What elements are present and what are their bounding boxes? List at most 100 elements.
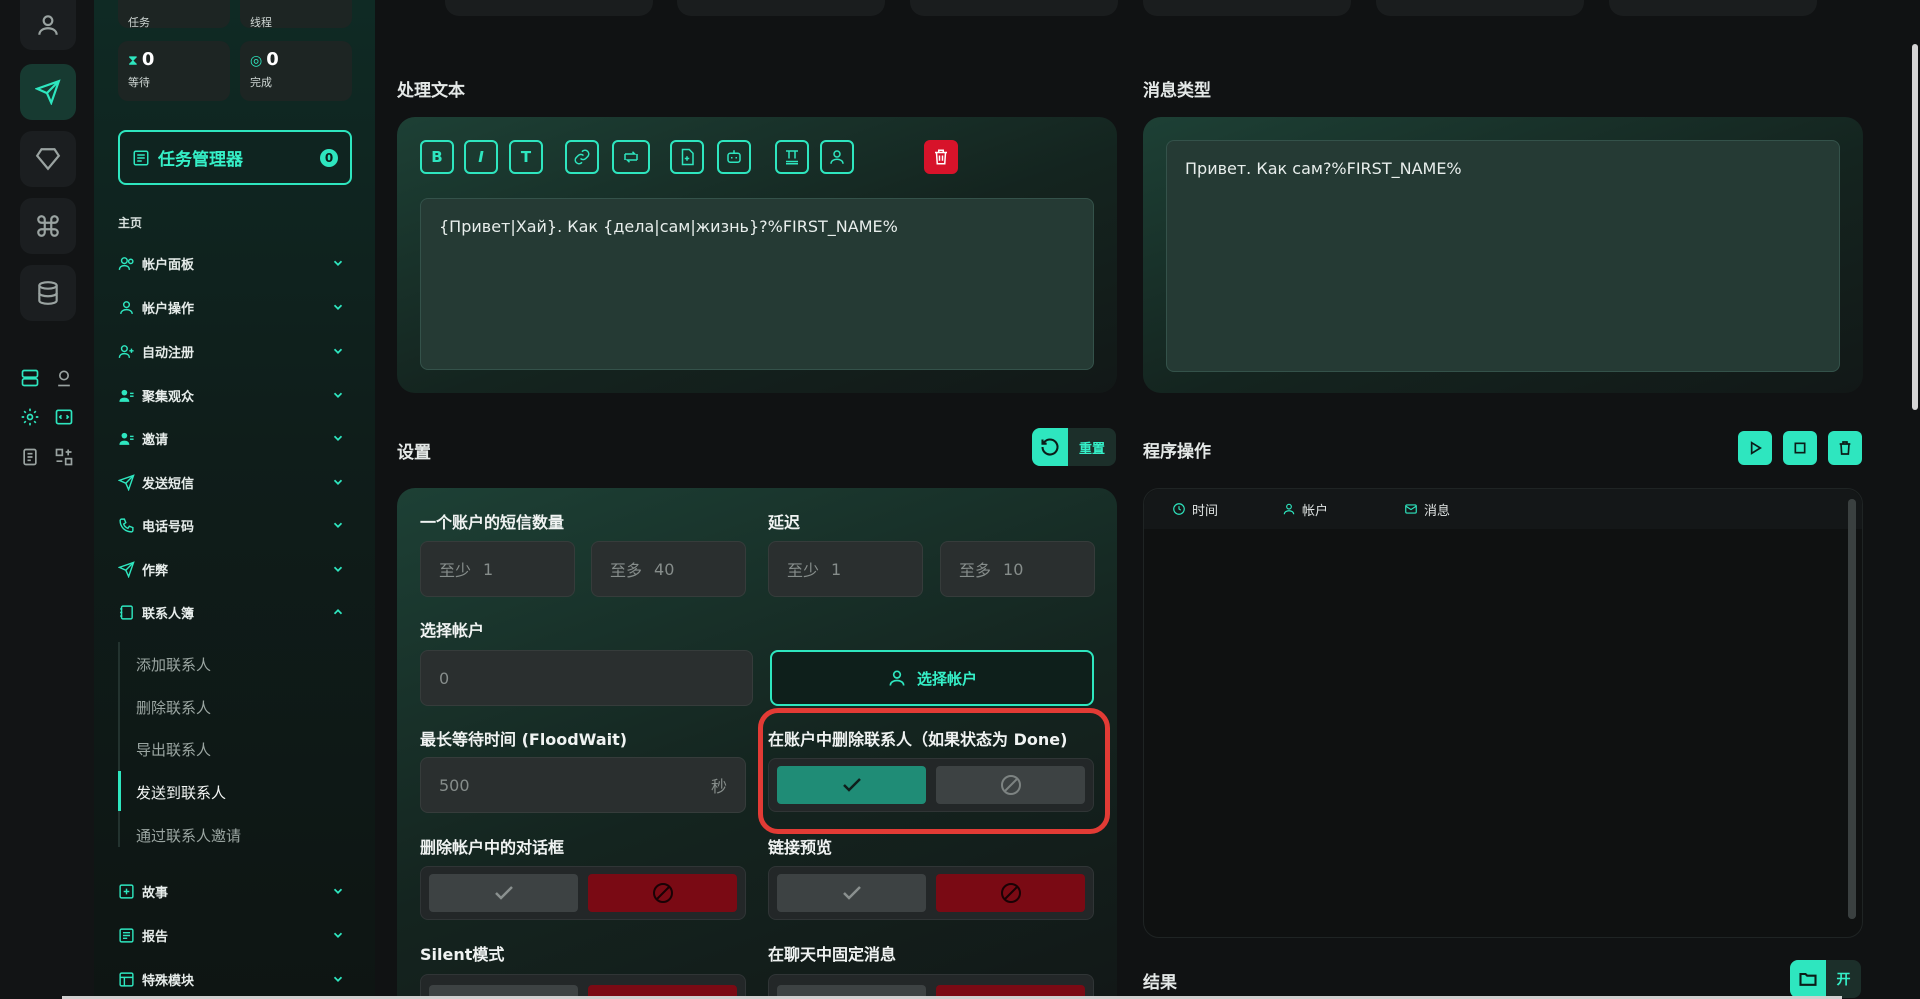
nav-label: 发送短信 [142, 476, 195, 492]
user-icon [889, 670, 905, 686]
submenu-add-contacts[interactable]: 添加联系人 [136, 654, 211, 675]
nav-contacts-book[interactable]: 联系人簿 [118, 597, 352, 627]
start-button[interactable] [1738, 431, 1772, 465]
nav-gather-audience[interactable]: 聚集观众 [118, 380, 352, 410]
page-scrollbar[interactable] [1912, 44, 1918, 410]
nav-stories[interactable]: 故事 [118, 876, 352, 906]
results-open-button[interactable]: 开 [1790, 960, 1861, 998]
bold-button[interactable]: B [420, 140, 454, 174]
bot-button[interactable] [717, 140, 751, 174]
nav-phone-numbers[interactable]: 电话号码 [118, 510, 352, 540]
nav-label: 作弊 [142, 563, 169, 579]
column-label: 时间 [1192, 503, 1219, 519]
chevron-down-icon [333, 522, 343, 528]
program-ops-title: 程序操作 [1143, 442, 1211, 462]
database-icon[interactable] [20, 265, 76, 321]
link-preview-toggle [768, 866, 1094, 920]
check-icon [842, 886, 861, 900]
task-manager-button[interactable]: 任务管理器 0 [118, 130, 352, 185]
submenu-export-contacts[interactable]: 导出联系人 [136, 739, 211, 760]
task-list-icon [133, 150, 149, 165]
users-icon [118, 256, 134, 270]
disable-option[interactable] [588, 874, 737, 912]
file-button[interactable] [670, 140, 704, 174]
server-icon[interactable] [19, 367, 41, 389]
sms-max-value: 40 [654, 559, 675, 579]
delay-min-input[interactable]: 至少 1 [768, 541, 923, 597]
selected-account-count[interactable]: 0 [420, 650, 753, 706]
text-format-icon [786, 150, 798, 165]
report-icon [119, 927, 134, 943]
chevron-down-icon [333, 392, 343, 398]
log-column-time[interactable]: 时间 [1172, 500, 1218, 519]
sms-count-label: 一个账户的短信数量 [420, 513, 565, 532]
nav-invite[interactable]: 邀请 [118, 423, 352, 453]
sms-max-input[interactable]: 至多 40 [591, 541, 746, 597]
nav-label: 电话号码 [142, 519, 195, 535]
enable-option[interactable] [777, 874, 926, 912]
command-icon[interactable] [20, 198, 76, 254]
repeat-icon [624, 151, 638, 163]
document-icon[interactable] [19, 446, 41, 468]
text-button[interactable]: T [509, 140, 543, 174]
nav-label: 报告 [142, 929, 169, 945]
scroll-thumb[interactable] [1848, 499, 1856, 919]
reset-button[interactable]: 重置 [1032, 428, 1116, 466]
delay-max-value: 10 [1003, 559, 1024, 579]
nav-reports[interactable]: 报告 [118, 920, 352, 950]
clock-icon [1173, 503, 1185, 515]
user-plus-icon [118, 344, 134, 358]
user-icon [830, 150, 844, 164]
reset-icon [1032, 428, 1068, 466]
stat-value: 0 [266, 49, 279, 70]
delay-label: 延迟 [768, 513, 801, 532]
nav-label: 自动注册 [142, 345, 195, 361]
stop-icon [1794, 442, 1806, 454]
nav-account-ops[interactable]: 帐户操作 [118, 292, 352, 322]
diamond-icon[interactable] [20, 131, 76, 187]
chevron-down-icon [333, 566, 343, 572]
spin-button[interactable] [612, 140, 650, 174]
log-scrollbar[interactable] [1848, 499, 1856, 919]
select-account-button[interactable]: 选择帐户 [770, 650, 1094, 706]
nav-section-title: 主页 [118, 216, 143, 230]
nav-auto-register[interactable]: 自动注册 [118, 336, 352, 366]
delay-max-input[interactable]: 至多 10 [940, 541, 1095, 597]
apps-icon[interactable] [53, 446, 75, 468]
ban-icon [1000, 883, 1021, 903]
italic-button[interactable]: I [464, 140, 498, 174]
sidebar: 任务 线程 ⧗ 0 等待 ◎ 0 完成 任务管理器 0 主页 帐户面板 帐户操作 自… [94, 0, 375, 999]
floodwait-input[interactable]: 500 秒 [420, 757, 746, 813]
submenu-invite-via-contacts[interactable]: 通过联系人邀请 [136, 825, 241, 846]
format-button[interactable] [775, 140, 809, 174]
submenu-active-indicator [118, 771, 121, 811]
clear-log-button[interactable] [1828, 431, 1862, 465]
clear-text-button[interactable] [924, 140, 958, 174]
user-variable-button[interactable] [820, 140, 854, 174]
link-icon [574, 149, 590, 165]
disable-option[interactable] [936, 874, 1085, 912]
submenu-send-to-contacts[interactable]: 发送到联系人 [136, 782, 226, 803]
send-icon [118, 473, 135, 491]
submenu-delete-contacts[interactable]: 删除联系人 [136, 697, 211, 718]
sms-min-input[interactable]: 至少 1 [420, 541, 575, 597]
min-prefix: 至少 [439, 561, 472, 580]
code-window-icon[interactable] [53, 406, 75, 428]
gear-icon[interactable] [19, 406, 41, 428]
send-icon[interactable] [20, 64, 76, 120]
stop-button[interactable] [1783, 431, 1817, 465]
nav-special-modules[interactable]: 特殊模块 [118, 964, 352, 994]
nav-cheat[interactable]: 作弊 [118, 554, 352, 584]
link-button[interactable] [565, 140, 599, 174]
user-pin-icon[interactable] [53, 367, 75, 389]
delete-dialogs-toggle [420, 866, 746, 920]
log-column-message[interactable]: 消息 [1404, 500, 1450, 519]
message-type-title: 消息类型 [1143, 81, 1211, 101]
enable-option[interactable] [429, 874, 578, 912]
nav-send-sms[interactable]: 发送短信 [118, 467, 352, 497]
profile-icon[interactable] [20, 0, 76, 50]
ban-icon [652, 883, 673, 903]
log-column-account[interactable]: 帐户 [1282, 500, 1328, 519]
template-textarea[interactable]: {Привет|Хай}. Как {дела|сам|жизнь}?%FIRS… [420, 198, 1094, 370]
nav-account-panel[interactable]: 帐户面板 [118, 248, 352, 278]
